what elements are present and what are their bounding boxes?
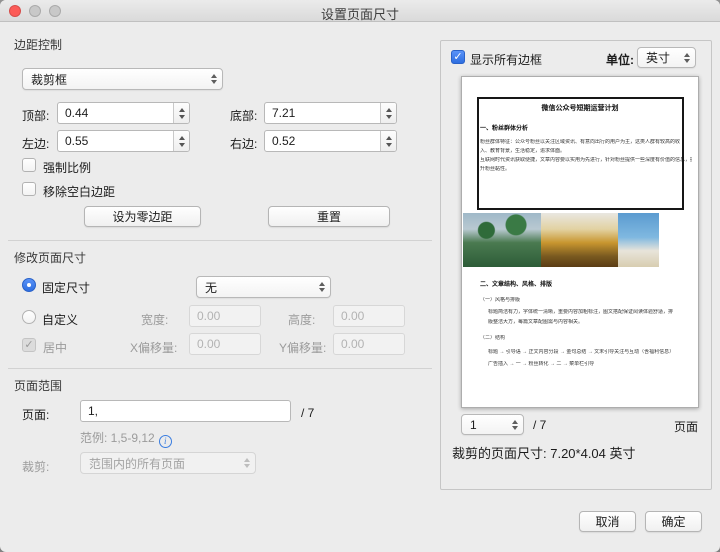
- separator: [8, 368, 432, 369]
- custom-size-radio[interactable]: [22, 310, 36, 324]
- top-margin-label: 顶部:: [22, 107, 49, 124]
- box-type-select[interactable]: 裁剪框: [22, 68, 223, 90]
- x-offset-input: 0.00: [189, 333, 261, 355]
- unit-label: 单位:: [606, 51, 634, 68]
- preview-page-select[interactable]: 1: [461, 414, 524, 435]
- top-margin-stepper[interactable]: [173, 103, 189, 123]
- pages-label: 页面:: [22, 406, 49, 423]
- height-value: 0.00: [341, 309, 364, 323]
- left-margin-label: 左边:: [22, 135, 49, 152]
- x-offset-value: 0.00: [197, 337, 220, 351]
- constrain-proportions-checkbox[interactable]: [22, 158, 36, 172]
- doc-paragraph-line: 版整洁大方，每篇文章配图需与内容相关。: [488, 319, 692, 325]
- window-title: 设置页面尺寸: [60, 4, 660, 23]
- info-icon[interactable]: [159, 435, 172, 448]
- left-margin-stepper[interactable]: [173, 131, 189, 151]
- unit-value: 英寸: [646, 49, 670, 66]
- crop-scope-value: 范围内的所有页面: [89, 455, 185, 472]
- titlebar: 设置页面尺寸: [0, 0, 720, 22]
- doc-paragraph-line: 标题 → 引导语 → 正文内容分段 → 金句总结 → 文末引导关注与互动（含福利…: [488, 349, 692, 355]
- show-borders-checkbox[interactable]: [451, 50, 465, 64]
- popup-arrows-icon: [211, 74, 217, 84]
- reset-button[interactable]: 重置: [268, 206, 390, 227]
- resize-title: 修改页面尺寸: [14, 249, 86, 266]
- set-page-size-dialog: 设置页面尺寸 边距控制 裁剪框 顶部: 0.44 底部: 7.21 左边: 0.…: [0, 0, 720, 552]
- box-type-value: 裁剪框: [31, 71, 67, 88]
- right-margin-input[interactable]: 0.52: [264, 130, 397, 152]
- preview-page-value: 1: [470, 418, 477, 432]
- y-offset-input: 0.00: [333, 333, 405, 355]
- fixed-size-radio[interactable]: [22, 278, 36, 292]
- beach-image: [618, 213, 659, 267]
- remove-blank-margins-label: 移除空白边距: [43, 183, 115, 200]
- preview-page-total: / 7: [533, 418, 546, 432]
- window-controls: [9, 5, 61, 17]
- pages-total: / 7: [301, 406, 314, 420]
- height-label: 高度:: [288, 311, 315, 328]
- separator: [8, 240, 432, 241]
- right-margin-value: 0.52: [272, 134, 295, 148]
- bottom-margin-value: 7.21: [272, 106, 295, 120]
- fixed-size-select[interactable]: 无: [196, 276, 331, 298]
- doc-images: [463, 213, 659, 267]
- remove-blank-margins-checkbox[interactable]: [22, 182, 36, 196]
- constrain-proportions-label: 强制比例: [43, 159, 91, 176]
- x-offset-label: X偏移量:: [130, 339, 177, 356]
- popup-arrows-icon: [684, 53, 690, 63]
- doc-heading-2: 二、文章结构、风格、排版: [480, 279, 552, 288]
- center-checkbox: [22, 338, 36, 352]
- doc-paragraph-line: 广告插入 → 一 → 粉丝转化 → 二 → 菜单栏引导: [488, 361, 692, 367]
- doc-paragraph-line: 标题简洁有力，字体统一清晰，重要内容加粗标注，图文搭配保证阅读体验舒适，排: [488, 309, 692, 315]
- crop-scope-label: 裁剪:: [22, 458, 49, 475]
- popup-arrows-icon: [512, 420, 518, 430]
- doc-subheading: （一）风格与排版: [480, 297, 692, 303]
- palm-trees-image: [463, 213, 541, 267]
- unit-select[interactable]: 英寸: [637, 47, 696, 68]
- cropped-size-text: 裁剪的页面尺寸: 7.20*4.04 英寸: [452, 443, 636, 462]
- height-input: 0.00: [333, 305, 405, 327]
- right-margin-stepper[interactable]: [380, 131, 396, 151]
- range-example: 范例: 1,5-9,12: [80, 429, 172, 448]
- range-example-text: 范例: 1,5-9,12: [80, 431, 155, 445]
- crop-box-overlay[interactable]: [477, 97, 684, 210]
- margin-control-title: 边距控制: [14, 36, 62, 53]
- width-value: 0.00: [197, 309, 220, 323]
- ok-button[interactable]: 确定: [645, 511, 702, 532]
- bottom-margin-stepper[interactable]: [380, 103, 396, 123]
- crop-scope-select: 范围内的所有页面: [80, 452, 256, 474]
- y-offset-value: 0.00: [341, 337, 364, 351]
- y-offset-label: Y偏移量:: [279, 339, 326, 356]
- bottom-margin-input[interactable]: 7.21: [264, 102, 397, 124]
- cancel-button[interactable]: 取消: [579, 511, 636, 532]
- top-margin-value: 0.44: [65, 106, 88, 120]
- left-margin-input[interactable]: 0.55: [57, 130, 190, 152]
- show-borders-label: 显示所有边框: [470, 51, 542, 68]
- center-label: 居中: [43, 339, 67, 356]
- width-input: 0.00: [189, 305, 261, 327]
- fixed-size-label: 固定尺寸: [42, 279, 90, 296]
- right-margin-label: 右边:: [230, 135, 257, 152]
- bottom-margin-label: 底部:: [230, 107, 257, 124]
- close-button[interactable]: [9, 5, 21, 17]
- popup-arrows-icon: [319, 282, 325, 292]
- custom-size-label: 自定义: [42, 311, 78, 328]
- top-margin-input[interactable]: 0.44: [57, 102, 190, 124]
- popup-arrows-icon: [244, 458, 250, 468]
- width-label: 宽度:: [141, 311, 168, 328]
- temple-image: [541, 213, 618, 267]
- pages-input[interactable]: [80, 400, 291, 422]
- left-margin-value: 0.55: [65, 134, 88, 148]
- minimize-button: [29, 5, 41, 17]
- pdf-page-preview[interactable]: 微信公众号短期运营计划 一、粉丝群体分析 粉丝群体特征：公众号粉丝以关注区域资讯…: [461, 76, 699, 408]
- doc-subheading: （二）结构: [480, 335, 692, 341]
- preview-page-word: 页面: [674, 418, 698, 435]
- zero-margin-button[interactable]: 设为零边距: [84, 206, 201, 227]
- page-range-title: 页面范围: [14, 377, 62, 394]
- fixed-size-value: 无: [205, 279, 217, 296]
